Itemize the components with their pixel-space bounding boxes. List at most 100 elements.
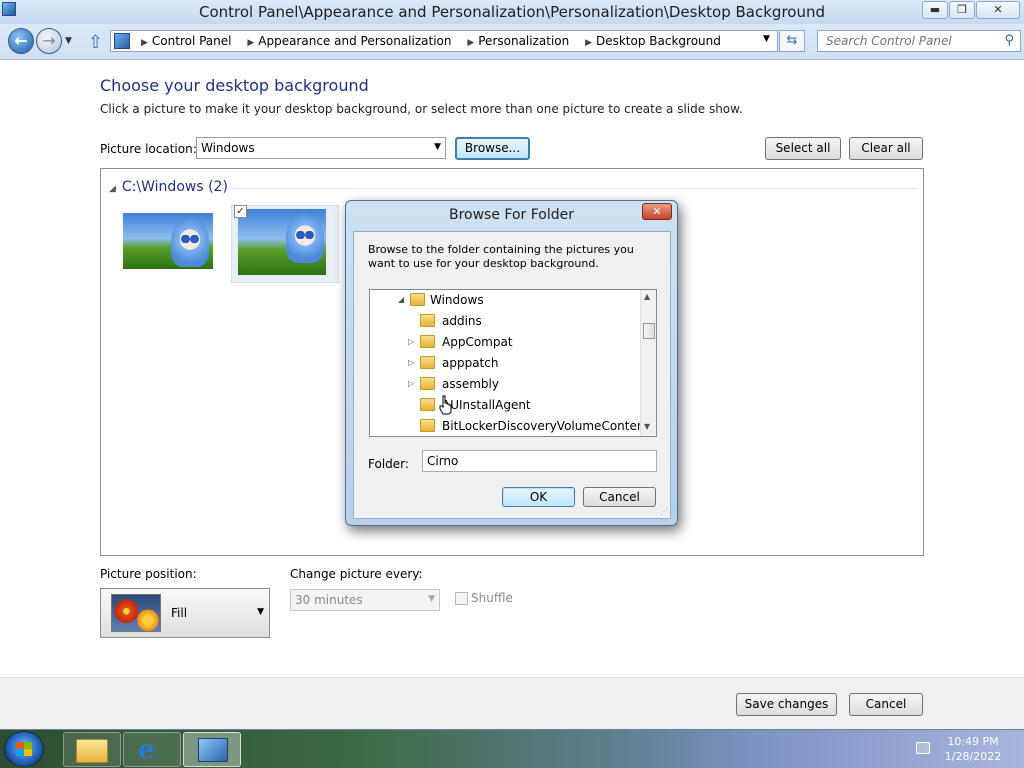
folder-icon <box>420 419 435 432</box>
group-divider <box>231 188 917 189</box>
ok-button[interactable]: OK <box>502 487 575 507</box>
chevron-down-icon: ▼ <box>257 607 264 617</box>
tree-node-label: AppCompat <box>442 335 513 349</box>
internet-explorer-icon: e <box>138 735 155 765</box>
page-title: Choose your desktop background <box>100 76 369 95</box>
breadcrumb-desktop-background[interactable]: Desktop Background <box>596 34 721 48</box>
dialog-title: Browse For Folder <box>448 207 574 223</box>
cancel-button[interactable]: Cancel <box>849 693 923 716</box>
shuffle-checkbox[interactable] <box>455 592 468 605</box>
picture-location-label: Picture location: <box>100 142 197 156</box>
folder-name-field[interactable] <box>422 450 657 472</box>
chevron-right-icon[interactable]: ▶ <box>247 38 254 48</box>
taskbar-control-panel[interactable] <box>183 732 241 767</box>
folder-icon <box>420 377 435 390</box>
folder-label: Folder: <box>368 457 409 471</box>
tree-node-label: AUInstallAgent <box>442 398 531 412</box>
group-header-label: C:\Windows (2) <box>121 179 228 195</box>
position-preview-image <box>111 594 161 632</box>
wallpaper-thumbnail-selected[interactable] <box>238 209 326 275</box>
breadcrumb-control-panel[interactable]: Control Panel <box>152 34 232 48</box>
tree-node-label: BitLockerDiscoveryVolumeContents <box>442 419 656 433</box>
back-button[interactable]: ← <box>8 28 34 54</box>
address-bar[interactable]: ▶ Control Panel ▶ Appearance and Personali… <box>110 30 778 52</box>
dialog-body: Browse to the folder containing the pict… <box>353 231 671 519</box>
folder-icon <box>420 398 435 411</box>
network-tray-icon[interactable] <box>916 742 930 754</box>
change-picture-label: Change picture every: <box>290 567 423 581</box>
control-panel-icon <box>198 738 228 762</box>
forward-button[interactable]: → <box>36 28 62 54</box>
control-panel-icon <box>114 33 130 49</box>
folder-icon <box>420 335 435 348</box>
close-button[interactable]: ✕ <box>976 1 1020 19</box>
picture-location-select[interactable]: Windows ▼ <box>196 137 446 159</box>
minimize-button[interactable]: ▬ <box>922 1 948 19</box>
dialog-close-button[interactable]: ✕ <box>642 203 672 220</box>
folder-icon <box>410 293 425 306</box>
picture-position-select[interactable]: Fill ▼ <box>100 588 270 638</box>
action-bar: Save changes Cancel <box>0 677 1024 729</box>
expander-icon[interactable]: ▷ <box>408 332 414 352</box>
select-all-button[interactable]: Select all <box>765 137 841 160</box>
search-icon[interactable]: ⚲ <box>1004 33 1014 48</box>
character-image <box>171 217 209 267</box>
scroll-up-arrow-icon[interactable]: ▲ <box>644 292 650 301</box>
picture-position-label: Picture position: <box>100 567 197 581</box>
page-description: Click a picture to make it your desktop … <box>100 102 743 116</box>
folder-icon <box>420 314 435 327</box>
picture-position-value: Fill <box>171 606 188 620</box>
restore-button[interactable]: ❐ <box>949 1 975 19</box>
search-box[interactable]: ⚲ <box>817 30 1021 52</box>
expander-icon[interactable]: ▷ <box>408 353 414 373</box>
clock-time: 10:49 PM <box>947 735 999 748</box>
browse-button[interactable]: Browse... <box>455 137 530 160</box>
wallpaper-thumbnail[interactable] <box>123 213 213 269</box>
expander-icon[interactable]: ◢ <box>398 290 404 310</box>
chevron-right-icon[interactable]: ▶ <box>467 38 474 48</box>
tree-node-label: Windows <box>430 293 484 307</box>
chevron-down-icon: ▼ <box>434 142 441 152</box>
up-arrow-icon[interactable]: ⇧ <box>88 32 103 53</box>
save-changes-button[interactable]: Save changes <box>736 693 837 716</box>
search-input[interactable] <box>818 31 994 51</box>
scrollbar-thumb[interactable] <box>643 323 655 339</box>
dialog-cancel-button[interactable]: Cancel <box>583 487 656 507</box>
dialog-description: Browse to the folder containing the pict… <box>368 243 634 270</box>
chevron-right-icon[interactable]: ▶ <box>585 38 592 48</box>
window-title-bar[interactable]: Control Panel\Appearance and Personaliza… <box>0 0 1024 24</box>
refresh-button[interactable]: ⇆ <box>779 30 805 52</box>
tree-node-label: assembly <box>442 377 499 391</box>
collapse-triangle-icon[interactable]: ◢ <box>109 184 116 194</box>
thumbnail-checkbox[interactable]: ✓ <box>234 205 247 218</box>
clear-all-button[interactable]: Clear all <box>849 137 923 160</box>
resize-grip-icon[interactable]: ⋰ <box>660 507 668 516</box>
folder-tree[interactable]: ◢ Windows addins ▷ AppCompat ▷ apppatch … <box>369 289 657 437</box>
shuffle-label: Shuffle <box>471 591 513 605</box>
start-button[interactable] <box>4 731 44 767</box>
expander-icon[interactable]: ▷ <box>408 374 414 394</box>
recent-pages-dropdown-icon[interactable]: ▼ <box>65 36 72 46</box>
scroll-down-arrow-icon[interactable]: ▼ <box>644 422 650 431</box>
clock-date: 1/28/2022 <box>944 750 1002 763</box>
hand-cursor-icon <box>439 395 452 415</box>
chevron-down-icon: ▼ <box>428 594 435 604</box>
breadcrumb-personalization[interactable]: Personalization <box>478 34 569 48</box>
taskbar: e 10:49 PM 1/28/2022 <box>0 729 1024 768</box>
tree-node-label: addins <box>442 314 482 328</box>
breadcrumb-appearance[interactable]: Appearance and Personalization <box>258 34 451 48</box>
change-interval-value: 30 minutes <box>295 593 363 607</box>
address-dropdown-icon[interactable]: ▼ <box>763 34 770 44</box>
taskbar-file-explorer[interactable] <box>63 732 121 767</box>
folder-icon <box>76 739 108 763</box>
group-header[interactable]: ◢ C:\Windows (2) <box>109 179 228 195</box>
navigation-bar: ← → ▼ ⇧ ▶ Control Panel ▶ Appearance and P… <box>0 24 1024 60</box>
browse-for-folder-dialog[interactable]: Browse For Folder ✕ Browse to the folder… <box>345 200 678 526</box>
system-clock[interactable]: 10:49 PM 1/28/2022 <box>940 734 1006 764</box>
taskbar-internet-explorer[interactable]: e <box>123 732 181 767</box>
change-interval-select[interactable]: 30 minutes ▼ <box>290 589 440 611</box>
chevron-right-icon[interactable]: ▶ <box>141 38 148 48</box>
tree-scrollbar[interactable]: ▲ ▼ <box>640 290 656 436</box>
folder-icon <box>420 356 435 369</box>
window-title: Control Panel\Appearance and Personaliza… <box>198 3 825 21</box>
